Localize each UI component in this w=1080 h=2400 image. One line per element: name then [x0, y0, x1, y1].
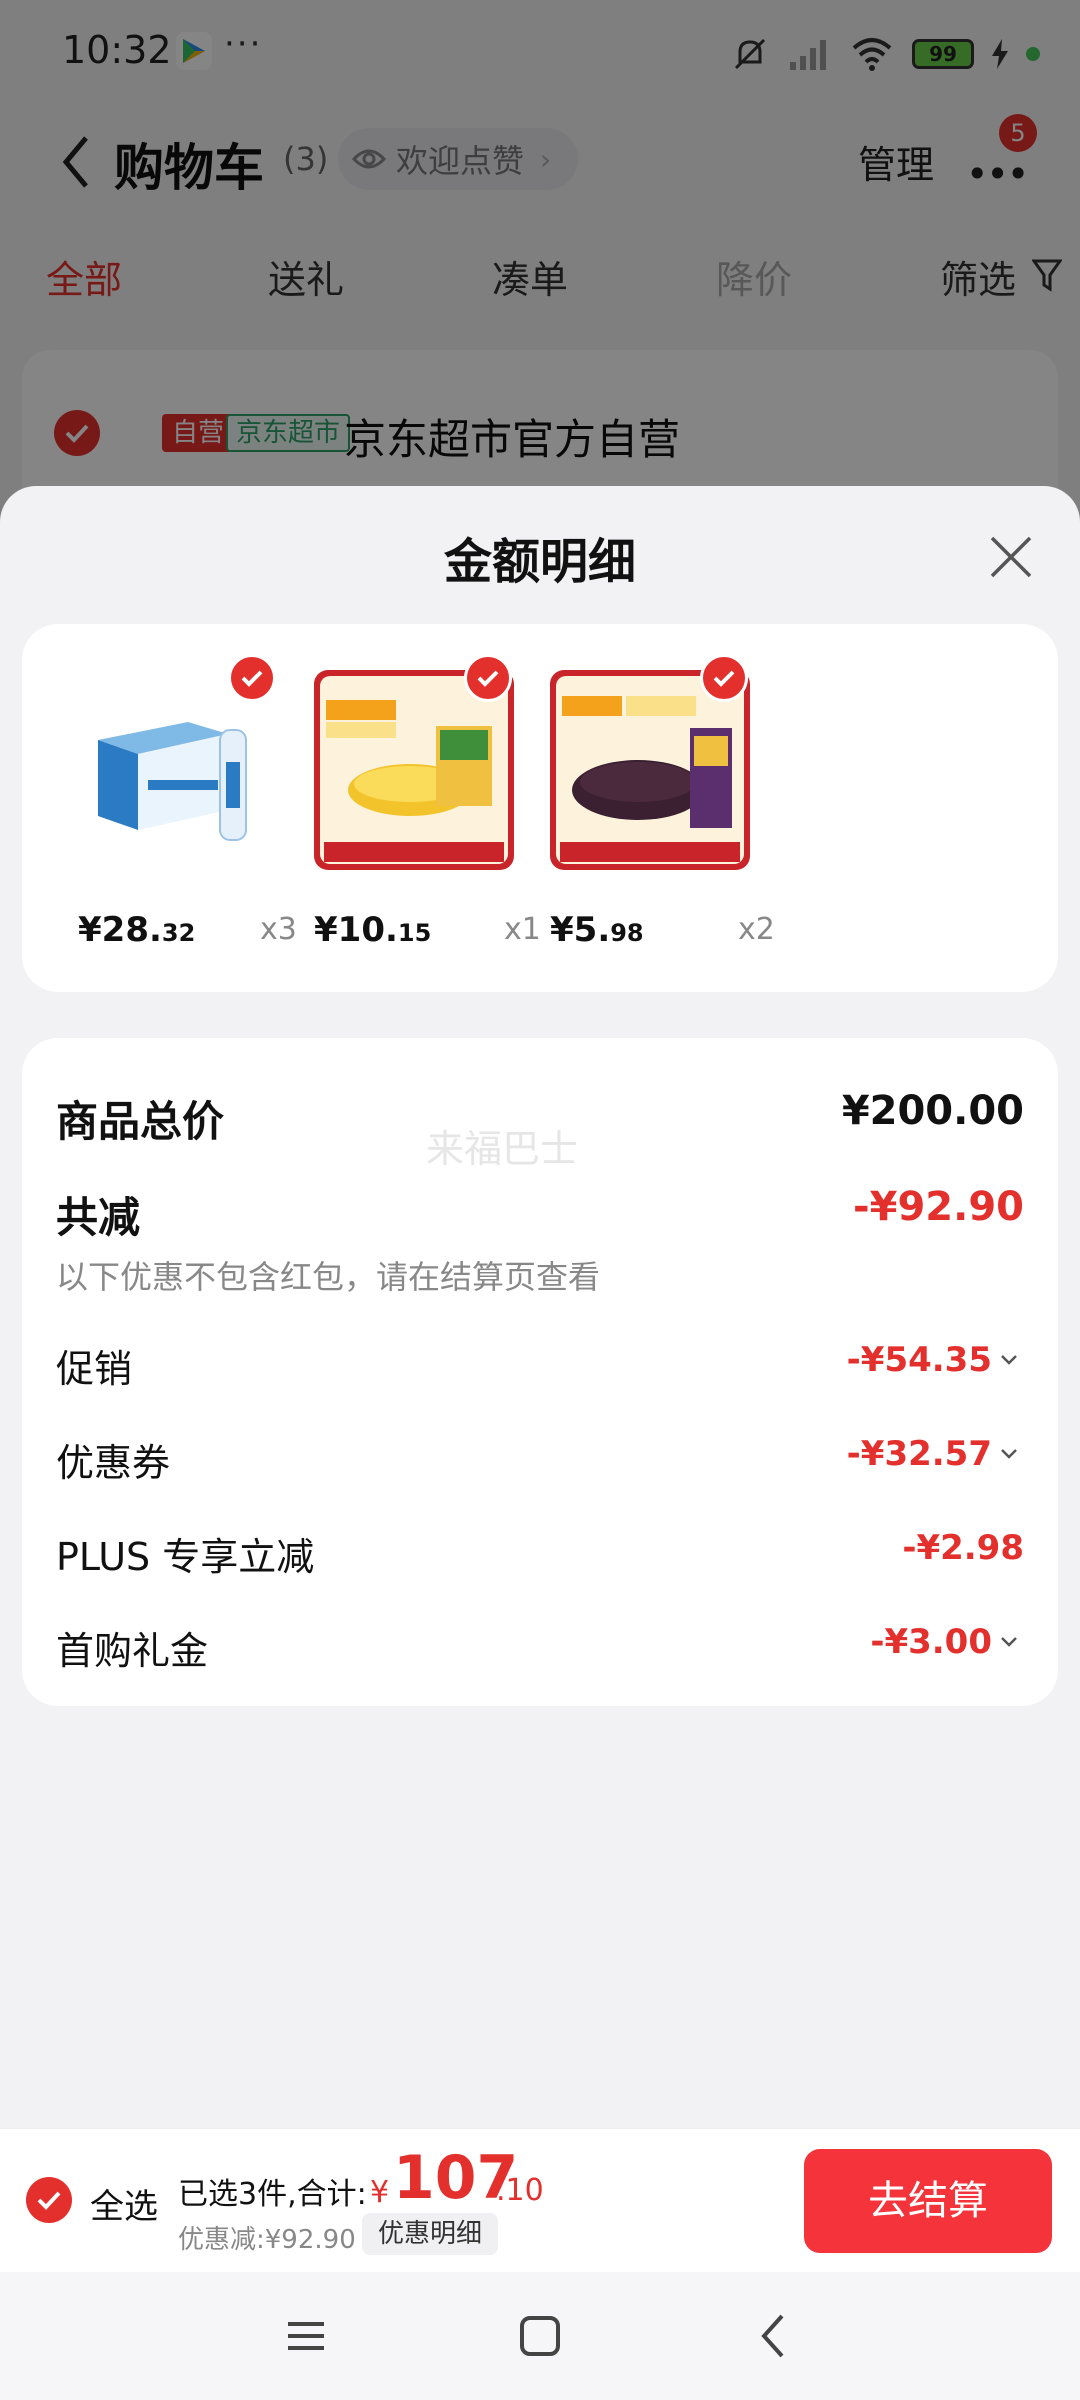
total-price-label: 商品总价: [56, 1097, 225, 1146]
total-price-value: ¥200.00: [841, 1088, 1024, 1134]
home-icon[interactable]: [514, 2310, 566, 2362]
product-item[interactable]: ¥10.15 x1: [314, 654, 541, 964]
price-decimal: 15: [397, 919, 432, 947]
check-icon: [713, 670, 735, 687]
check-icon: [37, 2191, 61, 2210]
plus-discount-amount: -¥2.98: [902, 1528, 1024, 1568]
plus-discount-label: PLUS 专享立减: [56, 1535, 315, 1579]
total-reduce-label: 共减: [56, 1193, 141, 1242]
product-price: ¥28.32: [78, 910, 195, 950]
first-purchase-gift-amount: -¥3.00: [870, 1622, 992, 1662]
price-decimal: 32: [161, 919, 196, 947]
product-item[interactable]: ¥28.32 x3: [78, 654, 298, 964]
price-integer: ¥10.: [314, 910, 398, 950]
product-price: ¥5.98: [550, 910, 644, 950]
product-checkbox[interactable]: [464, 654, 512, 702]
discount-summary: 优惠减:¥92.90: [178, 2225, 356, 2255]
discount-note: 以下优惠不包含红包，请在结算页查看: [56, 1258, 601, 1296]
plus-discount-value: -¥2.98: [902, 1528, 1024, 1568]
products-card: ¥28.32 x3 ¥10.15 x1 ¥5.98 x2: [22, 624, 1058, 992]
selected-count-text: 已选3件,合计:: [178, 2177, 367, 2212]
amount-detail-sheet: 金额明细 ¥28.32 x3 ¥10.15 x1 ¥5.98 x2 来福巴士 商…: [0, 486, 1080, 2128]
select-all-checkbox[interactable]: [26, 2177, 72, 2223]
close-icon[interactable]: [986, 532, 1036, 582]
total-amount-decimal: .10: [496, 2173, 544, 2208]
product-checkbox[interactable]: [700, 654, 748, 702]
total-reduce-value: -¥92.90: [853, 1184, 1024, 1230]
checkout-button[interactable]: 去结算: [804, 2149, 1052, 2253]
check-icon: [477, 670, 499, 687]
menu-icon[interactable]: [280, 2310, 332, 2362]
product-price: ¥10.15: [314, 910, 431, 950]
price-integer: ¥28.: [78, 910, 162, 950]
watermark-text: 来福巴士: [426, 1127, 579, 1171]
system-nav-bar: [0, 2272, 1080, 2400]
product-checkbox[interactable]: [228, 654, 276, 702]
sheet-title: 金额明细: [443, 534, 636, 590]
product-quantity: x2: [738, 912, 775, 947]
total-currency: ¥: [370, 2175, 390, 2210]
coupon-value[interactable]: -¥32.57: [847, 1434, 1018, 1474]
price-decimal: 98: [610, 919, 644, 947]
select-all-label[interactable]: 全选: [90, 2179, 158, 2228]
price-integer: ¥5.: [550, 910, 611, 950]
chevron-down-icon: [1001, 1637, 1017, 1647]
chevron-down-icon: [1001, 1449, 1017, 1459]
first-purchase-gift-label: 首购礼金: [56, 1629, 209, 1673]
promotion-label: 促销: [56, 1347, 133, 1391]
coupon-amount: -¥32.57: [846, 1434, 992, 1474]
discount-detail-button[interactable]: 优惠明细: [362, 2213, 499, 2255]
product-item[interactable]: ¥5.98 x2: [550, 654, 775, 964]
promotion-value[interactable]: -¥54.35: [847, 1340, 1018, 1380]
check-icon: [241, 670, 263, 687]
back-nav-icon[interactable]: [748, 2310, 800, 2362]
product-quantity: x1: [504, 912, 541, 947]
checkout-bar: 全选 已选3件,合计: ¥ 107 .10 优惠减:¥92.90 优惠明细 去结…: [0, 2128, 1080, 2272]
promotion-amount: -¥54.35: [846, 1340, 992, 1380]
coupon-label: 优惠券: [56, 1441, 171, 1485]
product-quantity: x3: [260, 912, 297, 947]
chevron-down-icon: [1001, 1355, 1017, 1365]
summary-card: 来福巴士 商品总价 ¥200.00 共减 -¥92.90 以下优惠不包含红包，请…: [22, 1038, 1058, 1706]
first-purchase-gift-value[interactable]: -¥3.00: [870, 1622, 1018, 1662]
